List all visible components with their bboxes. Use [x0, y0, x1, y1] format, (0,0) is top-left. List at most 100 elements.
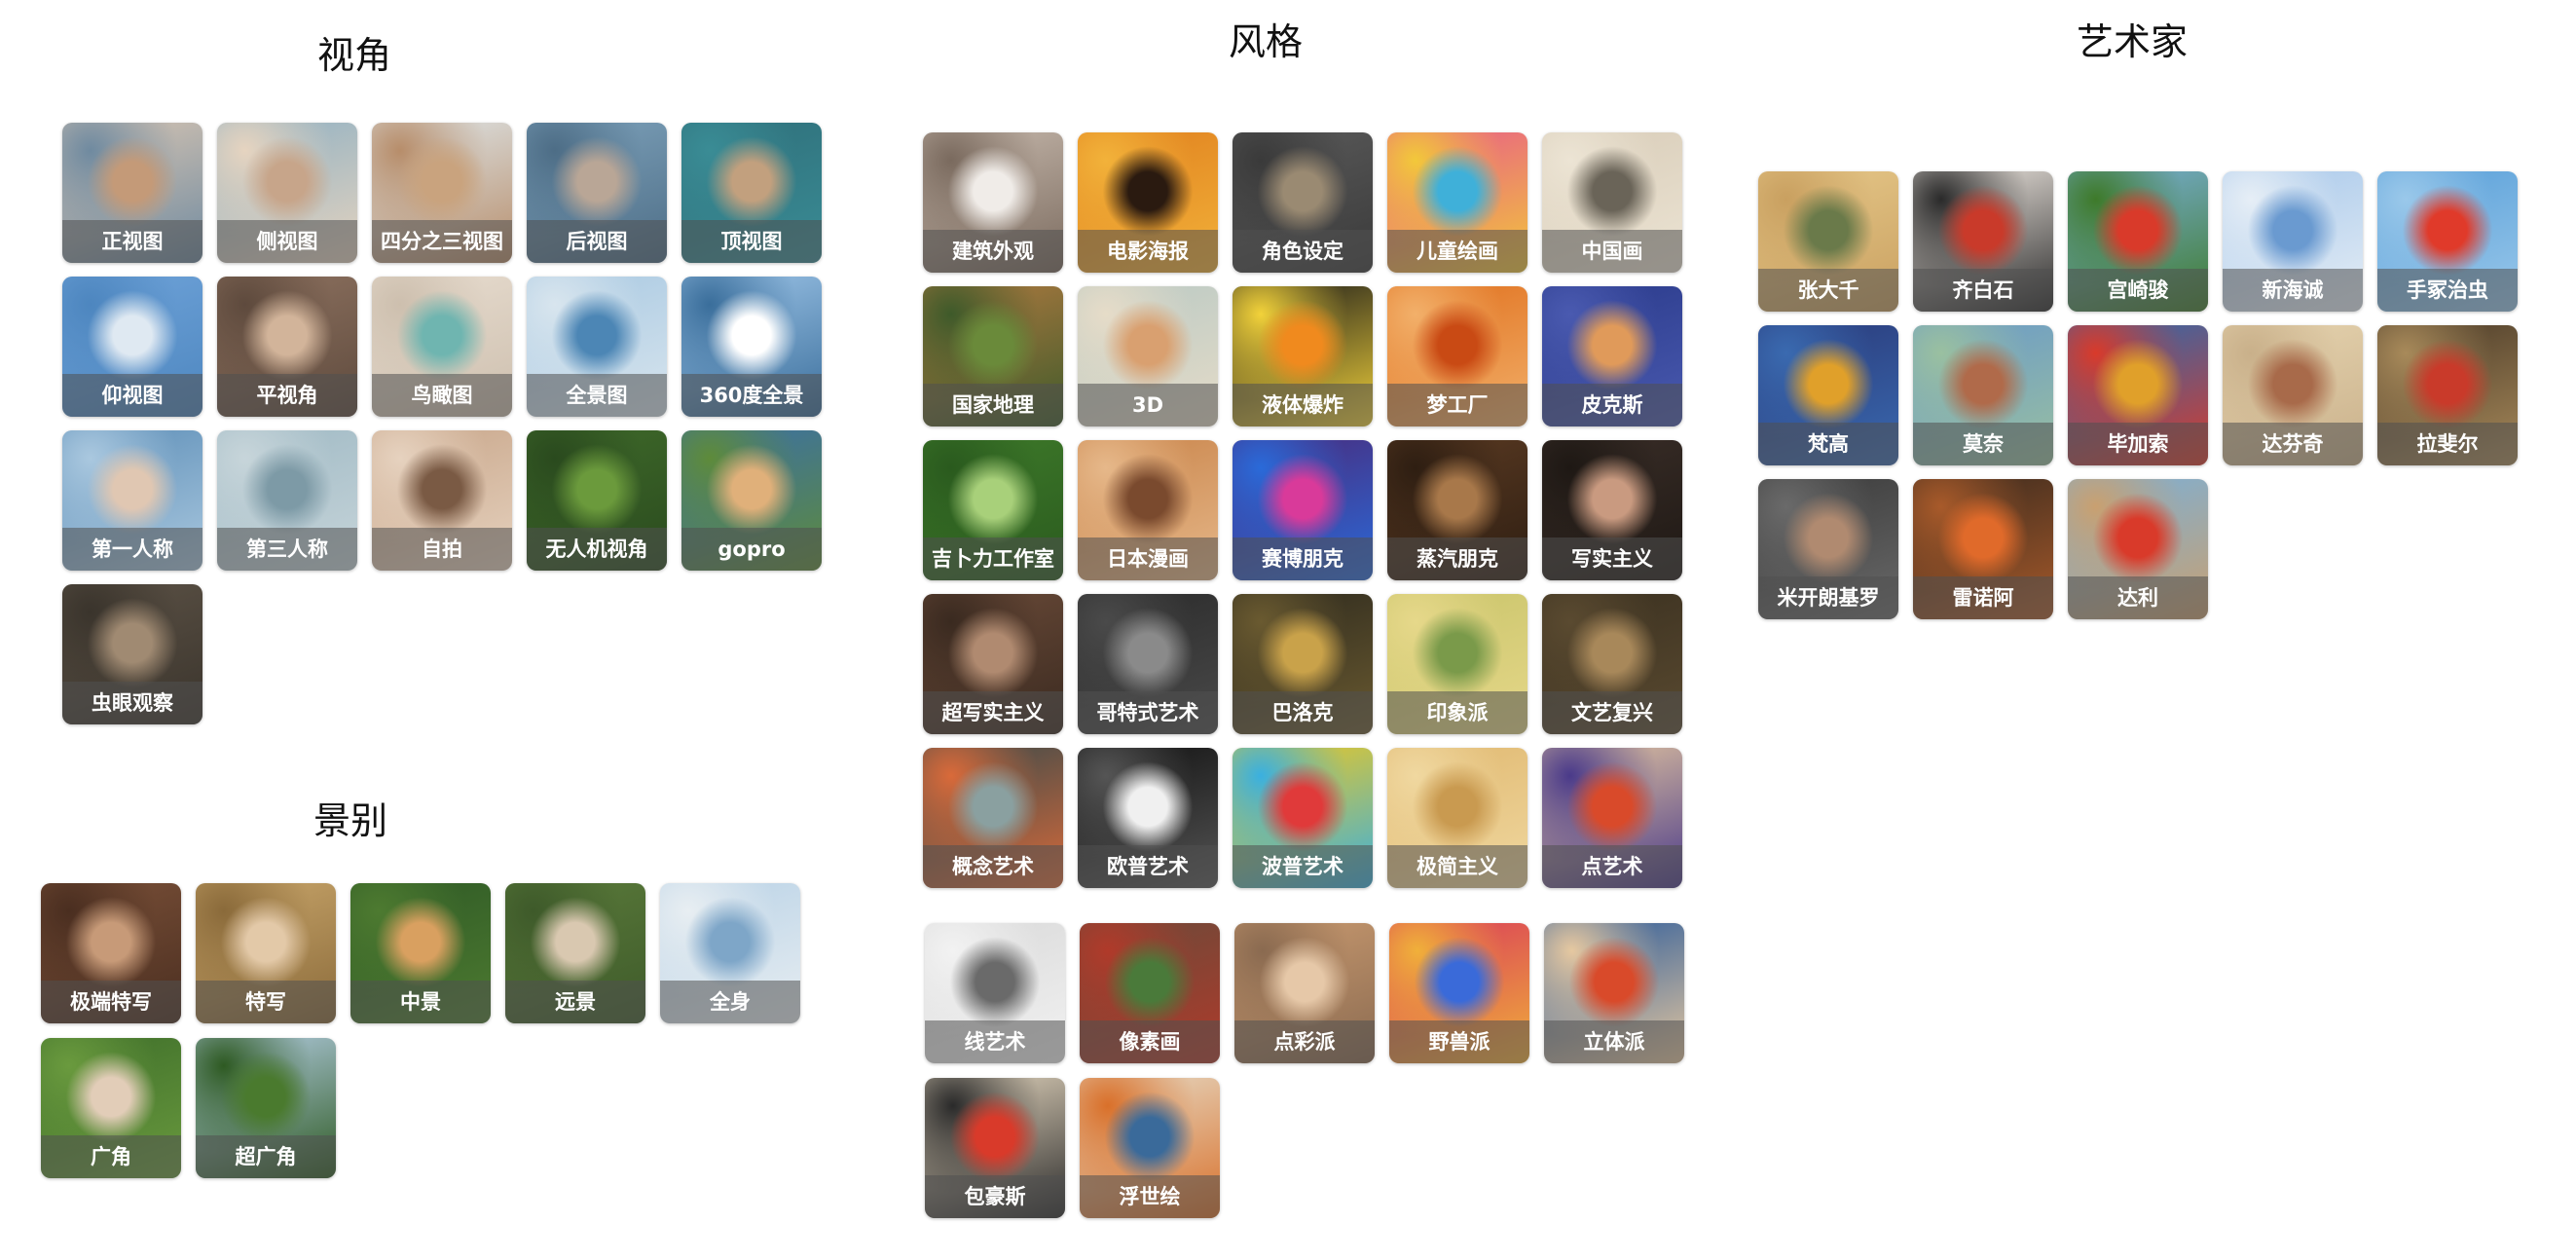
- tile-label: 鸟瞰图: [372, 374, 512, 417]
- tile-angle-15[interactable]: 虫眼观察: [62, 584, 202, 724]
- tile-style-21[interactable]: 欧普艺术: [1078, 748, 1218, 888]
- tile-angle-1[interactable]: 侧视图: [217, 123, 357, 263]
- tile-label: 印象派: [1387, 691, 1527, 734]
- tile-style-3[interactable]: 儿童绘画: [1387, 132, 1527, 273]
- tile-style-4[interactable]: 中国画: [1542, 132, 1682, 273]
- tile-artist-4[interactable]: 手冢治虫: [2377, 171, 2518, 312]
- tile-angle-11[interactable]: 第三人称: [217, 430, 357, 571]
- tile-style-7[interactable]: 液体爆炸: [1233, 286, 1373, 426]
- tile-style-31[interactable]: 浮世绘: [1080, 1078, 1220, 1218]
- tile-label: 四分之三视图: [372, 220, 512, 263]
- tile-artist-11[interactable]: 雷诺阿: [1913, 479, 2053, 619]
- tile-artist-10[interactable]: 米开朗基罗: [1758, 479, 1898, 619]
- tile-style-24[interactable]: 点艺术: [1542, 748, 1682, 888]
- tile-style-9[interactable]: 皮克斯: [1542, 286, 1682, 426]
- tile-label: 中景: [350, 981, 491, 1023]
- tile-label: 儿童绘画: [1387, 230, 1527, 273]
- tile-label: 蒸汽朋克: [1387, 537, 1527, 580]
- tile-angle-5[interactable]: 仰视图: [62, 277, 202, 417]
- tile-label: 宫崎骏: [2068, 269, 2208, 312]
- tile-angle-13[interactable]: 无人机视角: [527, 430, 667, 571]
- tile-style-27[interactable]: 点彩派: [1234, 923, 1375, 1063]
- tile-label: 巴洛克: [1233, 691, 1373, 734]
- tile-shot-2[interactable]: 中景: [350, 883, 491, 1023]
- tile-shot-3[interactable]: 远景: [505, 883, 645, 1023]
- tile-style-8[interactable]: 梦工厂: [1387, 286, 1527, 426]
- tile-label: 3D: [1078, 384, 1218, 426]
- tile-style-20[interactable]: 概念艺术: [923, 748, 1063, 888]
- tile-style-5[interactable]: 国家地理: [923, 286, 1063, 426]
- tile-style-22[interactable]: 波普艺术: [1233, 748, 1373, 888]
- tile-shot-0[interactable]: 极端特写: [41, 883, 181, 1023]
- tile-label: 齐白石: [1913, 269, 2053, 312]
- tile-style-18[interactable]: 印象派: [1387, 594, 1527, 734]
- tile-angle-6[interactable]: 平视角: [217, 277, 357, 417]
- tile-angle-7[interactable]: 鸟瞰图: [372, 277, 512, 417]
- tile-label: gopro: [681, 528, 822, 571]
- tile-artist-7[interactable]: 毕加索: [2068, 325, 2208, 465]
- tile-angle-0[interactable]: 正视图: [62, 123, 202, 263]
- tile-label: 梵高: [1758, 423, 1898, 465]
- tile-angle-2[interactable]: 四分之三视图: [372, 123, 512, 263]
- tile-artist-2[interactable]: 宫崎骏: [2068, 171, 2208, 312]
- tile-label: 侧视图: [217, 220, 357, 263]
- tile-shot-5[interactable]: 广角: [41, 1038, 181, 1178]
- grid-style-extra: 线艺术 像素画 点彩派 野兽派 立体派包豪斯 浮世绘: [925, 923, 1684, 1218]
- tile-style-23[interactable]: 极简主义: [1387, 748, 1527, 888]
- tile-angle-8[interactable]: 全景图: [527, 277, 667, 417]
- tile-label: 哥特式艺术: [1078, 691, 1218, 734]
- tile-label: 立体派: [1544, 1020, 1684, 1063]
- tile-angle-10[interactable]: 第一人称: [62, 430, 202, 571]
- tile-style-19[interactable]: 文艺复兴: [1542, 594, 1682, 734]
- tile-label: 新海诚: [2223, 269, 2363, 312]
- tile-style-30[interactable]: 包豪斯: [925, 1078, 1065, 1218]
- tile-style-10[interactable]: 吉卜力工作室: [923, 440, 1063, 580]
- tile-style-15[interactable]: 超写实主义: [923, 594, 1063, 734]
- tile-angle-9[interactable]: 360度全景: [681, 277, 822, 417]
- tile-style-13[interactable]: 蒸汽朋克: [1387, 440, 1527, 580]
- tile-angle-12[interactable]: 自拍: [372, 430, 512, 571]
- tile-angle-14[interactable]: gopro: [681, 430, 822, 571]
- tile-angle-4[interactable]: 顶视图: [681, 123, 822, 263]
- tile-label: 全身: [660, 981, 800, 1023]
- tile-style-25[interactable]: 线艺术: [925, 923, 1065, 1063]
- tile-style-0[interactable]: 建筑外观: [923, 132, 1063, 273]
- tile-artist-12[interactable]: 达利: [2068, 479, 2208, 619]
- tile-label: 全景图: [527, 374, 667, 417]
- tile-artist-5[interactable]: 梵高: [1758, 325, 1898, 465]
- tile-style-17[interactable]: 巴洛克: [1233, 594, 1373, 734]
- tile-style-11[interactable]: 日本漫画: [1078, 440, 1218, 580]
- tile-artist-3[interactable]: 新海诚: [2223, 171, 2363, 312]
- tile-label: 正视图: [62, 220, 202, 263]
- tile-label: 液体爆炸: [1233, 384, 1373, 426]
- tile-angle-3[interactable]: 后视图: [527, 123, 667, 263]
- tile-label: 第三人称: [217, 528, 357, 571]
- grid-angle: 正视图 侧视图 四分之三视图 后视图 顶视图仰视图 平视角 鸟瞰图 全景图 360度全景第一人称…: [62, 123, 822, 724]
- tile-shot-6[interactable]: 超广角: [196, 1038, 336, 1178]
- tile-style-29[interactable]: 立体派: [1544, 923, 1684, 1063]
- tile-artist-6[interactable]: 莫奈: [1913, 325, 2053, 465]
- tile-style-26[interactable]: 像素画: [1080, 923, 1220, 1063]
- tile-style-16[interactable]: 哥特式艺术: [1078, 594, 1218, 734]
- tile-shot-1[interactable]: 特写: [196, 883, 336, 1023]
- grid-artist: 张大千 齐白石 宫崎骏 新海诚 手冢治虫梵高 莫奈 毕加索 达芬奇 拉斐尔米开朗基罗 雷诺阿 达利: [1758, 171, 2518, 619]
- tile-style-1[interactable]: 电影海报: [1078, 132, 1218, 273]
- tile-shot-4[interactable]: 全身: [660, 883, 800, 1023]
- tile-label: 后视图: [527, 220, 667, 263]
- tile-style-12[interactable]: 赛博朋克: [1233, 440, 1373, 580]
- tile-style-14[interactable]: 写实主义: [1542, 440, 1682, 580]
- tile-artist-1[interactable]: 齐白石: [1913, 171, 2053, 312]
- tile-style-28[interactable]: 野兽派: [1389, 923, 1529, 1063]
- tile-style-2[interactable]: 角色设定: [1233, 132, 1373, 273]
- tile-style-6[interactable]: 3D: [1078, 286, 1218, 426]
- tile-label: 平视角: [217, 374, 357, 417]
- tile-artist-8[interactable]: 达芬奇: [2223, 325, 2363, 465]
- tile-label: 自拍: [372, 528, 512, 571]
- tile-label: 达芬奇: [2223, 423, 2363, 465]
- tile-label: 文艺复兴: [1542, 691, 1682, 734]
- tile-label: 角色设定: [1233, 230, 1373, 273]
- tile-artist-9[interactable]: 拉斐尔: [2377, 325, 2518, 465]
- tile-artist-0[interactable]: 张大千: [1758, 171, 1898, 312]
- tile-label: 毕加索: [2068, 423, 2208, 465]
- tile-label: 国家地理: [923, 384, 1063, 426]
